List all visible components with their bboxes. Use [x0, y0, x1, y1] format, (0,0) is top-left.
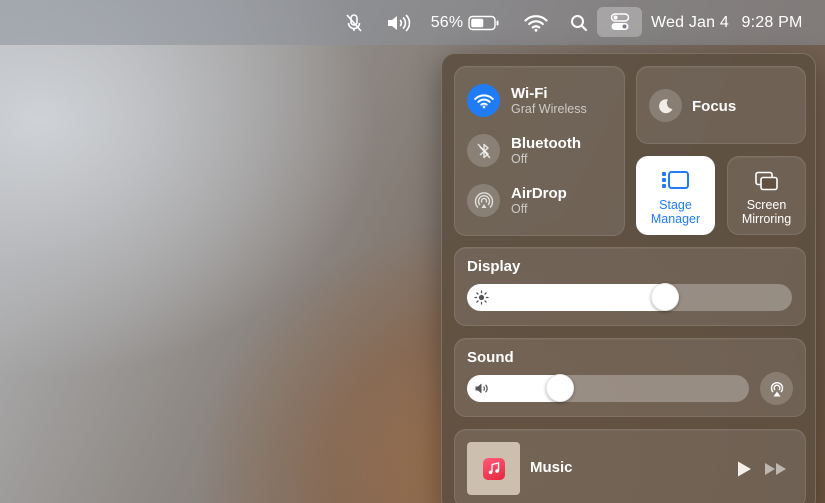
stage-manager-label: Stage Manager [637, 198, 714, 227]
screen-mirroring-label-line1: Screen [746, 198, 787, 212]
control-center-icon[interactable] [597, 7, 642, 37]
display-tile: Display [454, 247, 806, 326]
fast-forward-icon[interactable] [764, 462, 788, 476]
volume-slider[interactable] [467, 374, 749, 402]
sound-title: Sound [467, 349, 514, 366]
airplay-audio-icon [770, 381, 783, 396]
menu-bar-time[interactable]: 9:28 PM [737, 0, 807, 45]
airdrop-toggle[interactable]: AirDrop Off [467, 184, 567, 217]
music-tile: Music [454, 429, 806, 503]
speaker-icon [475, 383, 488, 394]
stage-manager-label-line1: Stage [659, 198, 692, 212]
music-label: Music [530, 459, 573, 476]
airplay-audio-button[interactable] [760, 372, 793, 405]
wifi-network-name: Graf Wireless [511, 101, 587, 116]
volume-slider-knob[interactable] [546, 374, 575, 402]
menu-bar-date[interactable]: Wed Jan 4 [648, 0, 732, 45]
bluetooth-status: Off [511, 151, 528, 166]
screen-mirroring-label: Screen Mirroring [728, 198, 805, 227]
volume-icon[interactable] [384, 0, 412, 45]
display-title: Display [467, 258, 521, 275]
wifi-icon[interactable] [523, 0, 549, 45]
wifi-toggle[interactable]: Wi-Fi Graf Wireless [467, 84, 587, 117]
battery-icon[interactable] [467, 0, 501, 45]
album-artwork[interactable] [467, 442, 520, 495]
control-center-panel: Wi-Fi Graf Wireless Bluetooth Off AirDro… [441, 53, 816, 503]
moon-icon [649, 89, 682, 122]
microphone-muted-icon[interactable] [343, 0, 365, 45]
brightness-icon [474, 290, 489, 305]
screen-mirroring-label-line2: Mirroring [741, 212, 792, 227]
focus-button[interactable]: Focus [636, 66, 806, 144]
screen-mirroring-button[interactable]: Screen Mirroring [727, 156, 806, 235]
wifi-icon[interactable] [467, 84, 500, 117]
search-icon[interactable] [569, 0, 589, 45]
network-tile: Wi-Fi Graf Wireless Bluetooth Off AirDro… [454, 66, 625, 236]
stage-manager-label-line2: Manager [650, 212, 701, 227]
bluetooth-title: Bluetooth [511, 134, 581, 152]
play-icon[interactable] [736, 460, 752, 478]
brightness-slider-fill [467, 284, 680, 311]
focus-label: Focus [692, 98, 737, 115]
stage-manager-button[interactable]: Stage Manager [636, 156, 715, 235]
bluetooth-toggle[interactable]: Bluetooth Off [467, 134, 581, 167]
menu-bar: 56% Wed Jan 4 9:28 PM [0, 0, 825, 45]
brightness-slider[interactable] [467, 283, 792, 311]
sound-tile: Sound [454, 338, 806, 417]
airdrop-icon[interactable] [467, 184, 500, 217]
music-app-icon [482, 457, 505, 480]
wifi-title: Wi-Fi [511, 84, 548, 102]
stage-manager-icon [662, 171, 689, 189]
airdrop-status: Off [511, 201, 528, 216]
bluetooth-icon[interactable] [467, 134, 500, 167]
screen-mirroring-icon [755, 171, 778, 191]
battery-percent[interactable]: 56% [428, 0, 466, 45]
airdrop-title: AirDrop [511, 184, 567, 202]
